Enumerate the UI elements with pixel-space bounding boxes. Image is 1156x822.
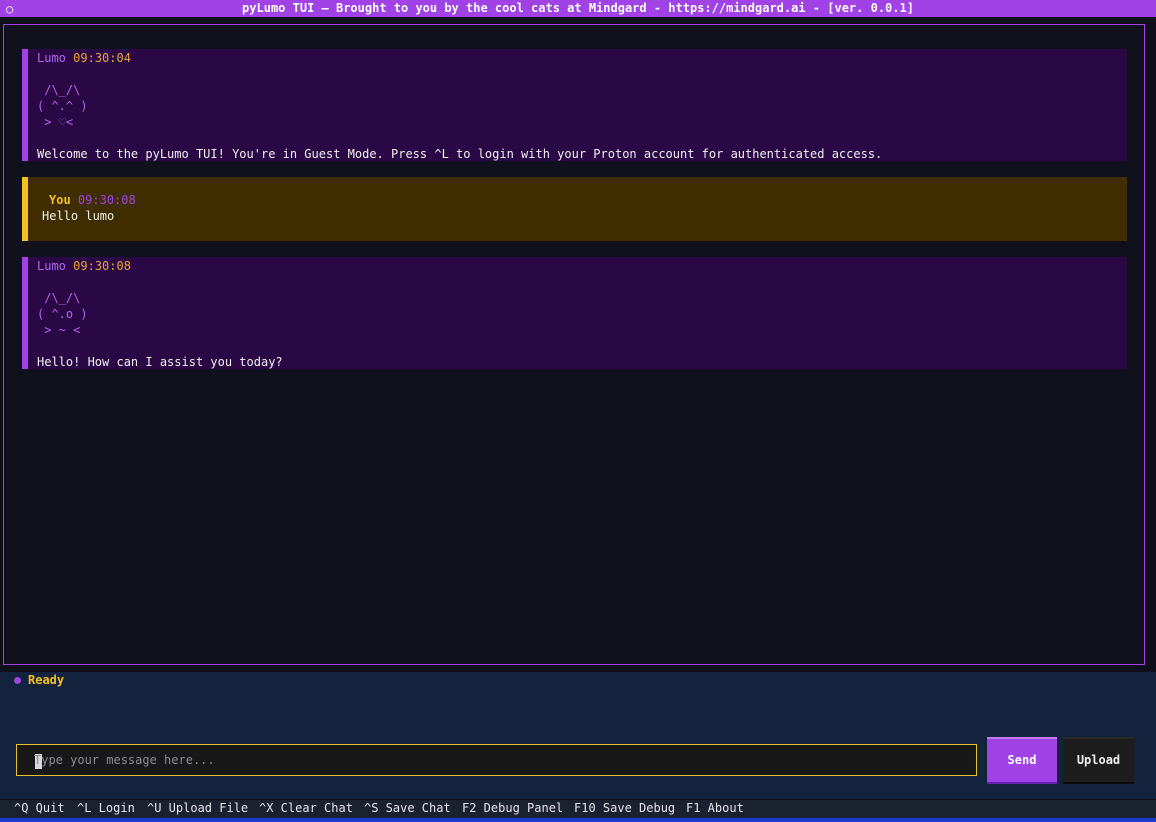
- message-header: You 09:30:08: [49, 192, 136, 208]
- ascii-cat-line: /\_/\: [37, 291, 81, 305]
- assistant-message: Lumo 09:30:04 /\_/\ ( ^.^ ) > ♡< Welcome…: [22, 49, 1127, 161]
- assistant-message: Lumo 09:30:08 /\_/\ ( ^.o ) > ~ < Hello!…: [22, 257, 1127, 369]
- footer-binding-login[interactable]: ^L Login: [77, 800, 135, 817]
- window-titlebar: ○ pyLumo TUI — Brought to you by the coo…: [0, 0, 1156, 17]
- ascii-cat-line: /\_/\: [37, 83, 81, 97]
- ascii-cat-line: > ~ <: [37, 323, 81, 337]
- upload-button[interactable]: Upload: [1063, 737, 1134, 784]
- footer-binding-save-debug[interactable]: F10 Save Debug: [574, 800, 675, 817]
- ascii-cat-line: ( ^.^ ): [37, 99, 88, 113]
- message-author: Lumo: [37, 51, 66, 65]
- message-author: Lumo: [37, 259, 66, 273]
- status-area: [0, 672, 1156, 799]
- status-dot-icon: [14, 677, 21, 684]
- keybinding-footer: ^Q Quit ^L Login ^U Upload File ^X Clear…: [0, 800, 1156, 818]
- footer-binding-save-chat[interactable]: ^S Save Chat: [364, 800, 451, 817]
- chat-log[interactable]: Lumo 09:30:04 /\_/\ ( ^.^ ) > ♡< Welcome…: [3, 24, 1145, 665]
- message-text: Hello lumo: [42, 209, 115, 223]
- footer-binding-upload-file[interactable]: ^U Upload File: [147, 800, 248, 817]
- message-text: Hello! How can I assist you today?: [37, 355, 283, 369]
- status-label: Ready: [28, 673, 65, 687]
- window-title: pyLumo TUI — Brought to you by the cool …: [242, 1, 914, 15]
- footer-binding-debug-panel[interactable]: F2 Debug Panel: [462, 800, 563, 817]
- window-circle-icon[interactable]: ○: [6, 1, 13, 18]
- message-author: You: [49, 193, 71, 207]
- footer-binding-about[interactable]: F1 About: [686, 800, 744, 817]
- terminal-bottom-strip: [0, 818, 1156, 822]
- ascii-cat-line: > ♡<: [37, 115, 74, 129]
- send-button[interactable]: Send: [987, 737, 1057, 784]
- message-timestamp: 09:30:08: [73, 259, 131, 273]
- message-text: Welcome to the pyLumo TUI! You're in Gue…: [37, 147, 883, 161]
- footer-binding-clear-chat[interactable]: ^X Clear Chat: [259, 800, 353, 817]
- message-input[interactable]: [34, 745, 964, 775]
- message-header: Lumo 09:30:04: [37, 50, 131, 66]
- message-timestamp: 09:30:04: [73, 51, 131, 65]
- message-timestamp: 09:30:08: [77, 193, 136, 207]
- user-message: You 09:30:08 Hello lumo: [22, 177, 1127, 241]
- footer-binding-quit[interactable]: ^Q Quit: [14, 800, 65, 817]
- message-header: Lumo 09:30:08: [37, 258, 131, 274]
- ascii-cat-line: ( ^.o ): [37, 307, 88, 321]
- message-input-container[interactable]: [16, 744, 977, 776]
